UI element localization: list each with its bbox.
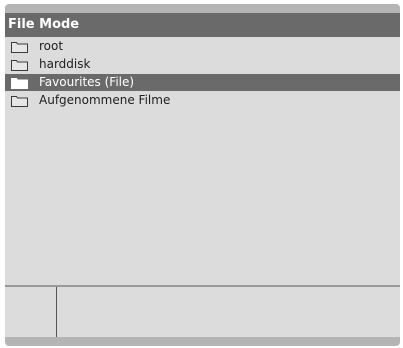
status-cell-left (5, 287, 57, 337)
list-item-harddisk[interactable]: harddisk (5, 56, 400, 73)
list-item-aufgenommene-filme[interactable]: Aufgenommene Filme (5, 92, 400, 109)
folder-icon (11, 60, 28, 71)
file-list: root harddisk Favourites (File) Aufgenom… (5, 37, 400, 285)
list-item-root[interactable]: root (5, 38, 400, 55)
folder-icon (11, 78, 28, 89)
file-mode-window: File Mode root harddisk Favourites (File… (5, 4, 400, 346)
list-item-label: harddisk (39, 57, 91, 71)
list-item-label: Favourites (File) (39, 75, 135, 89)
window-top-border (5, 4, 400, 13)
list-item-favourites[interactable]: Favourites (File) (5, 74, 400, 91)
list-item-label: root (39, 39, 64, 53)
status-area (5, 287, 400, 337)
list-item-label: Aufgenommene Filme (39, 93, 171, 107)
folder-icon (11, 42, 28, 53)
folder-icon (11, 96, 28, 107)
window-title: File Mode (5, 13, 400, 37)
status-cell-right (57, 287, 400, 337)
window-bottom-border (5, 337, 400, 346)
